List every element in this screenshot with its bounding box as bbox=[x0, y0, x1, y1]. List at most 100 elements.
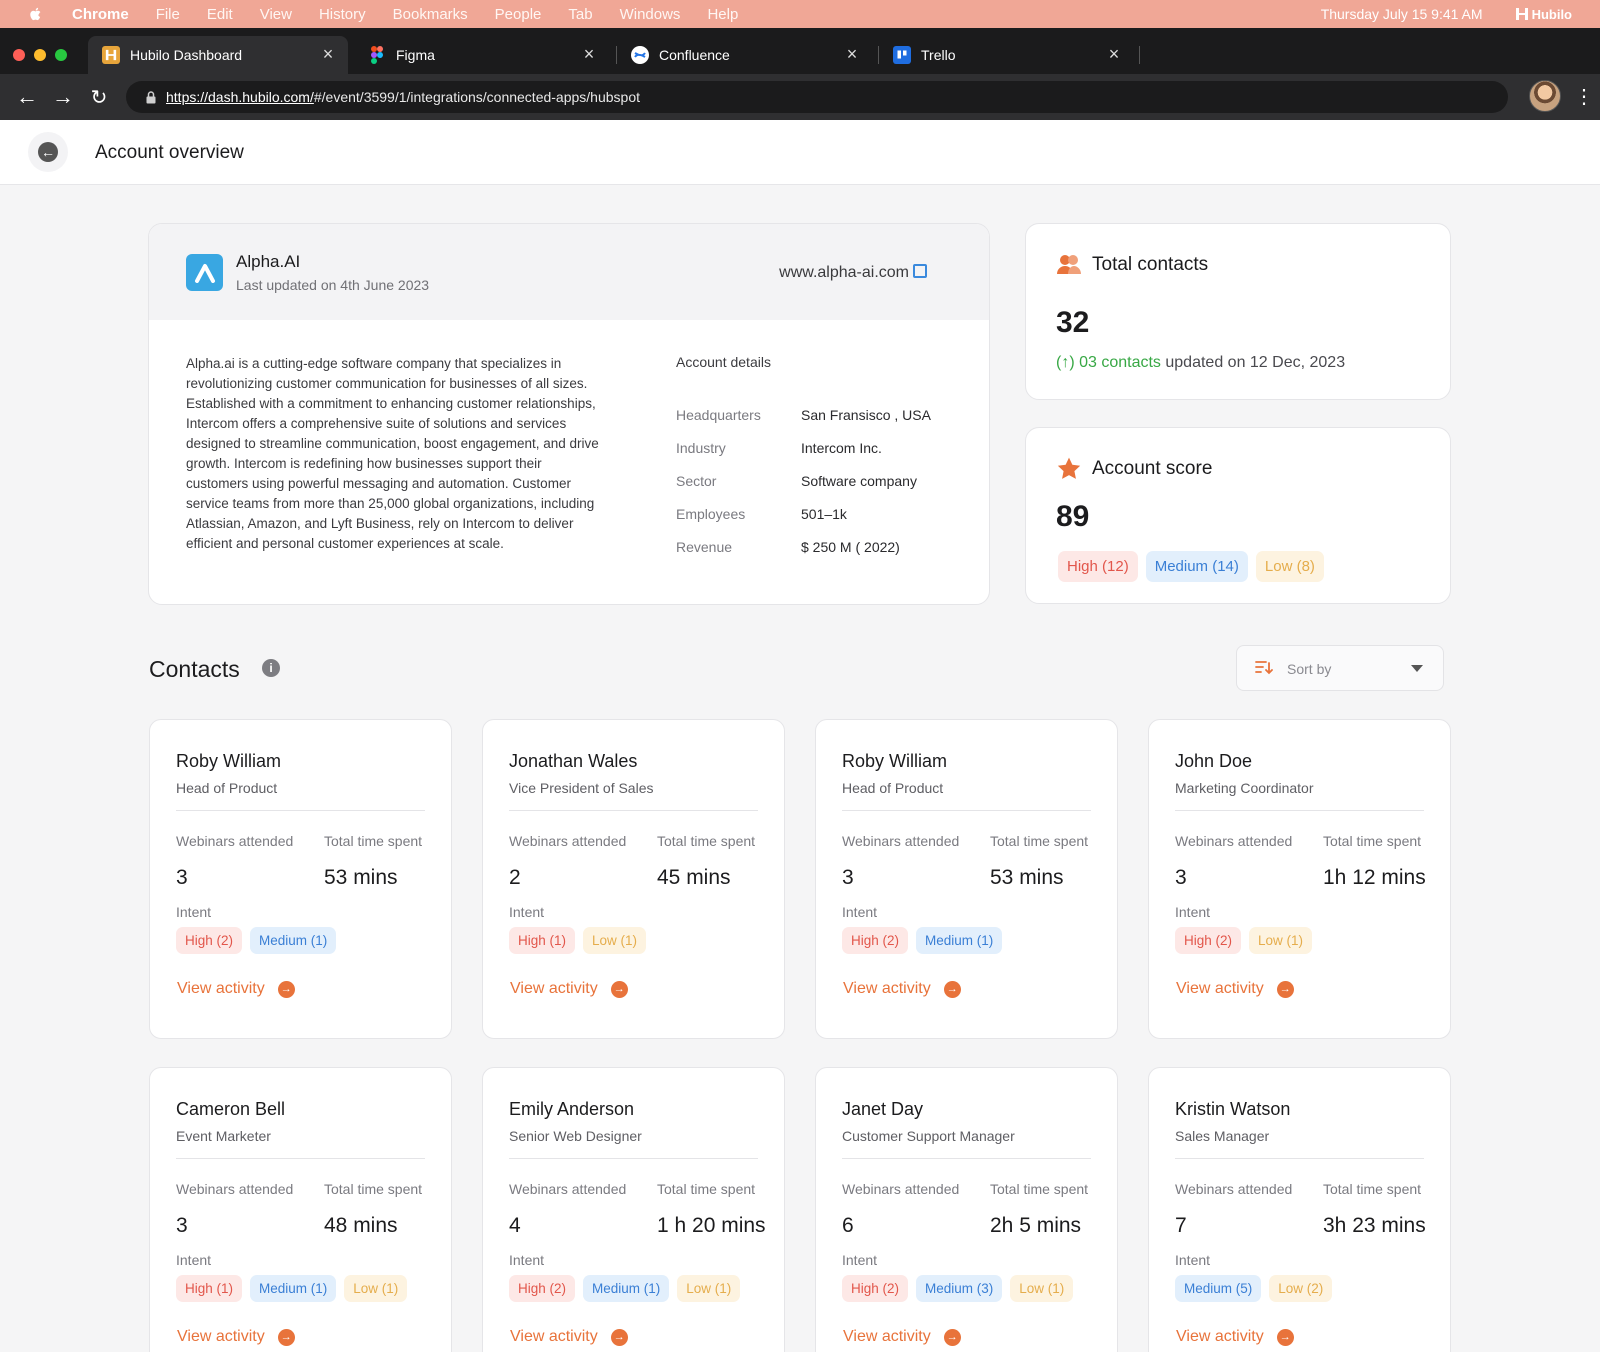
view-activity-label: View activity bbox=[510, 1328, 598, 1345]
reload-icon[interactable]: ↻ bbox=[81, 85, 117, 110]
divider bbox=[509, 1158, 758, 1159]
intent-badges: Medium (5) Low (2) bbox=[1175, 1275, 1340, 1302]
divider bbox=[176, 810, 425, 811]
detail-value: Software company bbox=[801, 473, 917, 489]
menu-edit[interactable]: Edit bbox=[207, 6, 233, 23]
back-arrow-icon[interactable]: ← bbox=[9, 84, 45, 110]
menu-history[interactable]: History bbox=[319, 6, 366, 23]
url-path: #/event/3599/1/integrations/connected-ap… bbox=[313, 89, 641, 105]
figma-icon bbox=[368, 46, 386, 64]
total-contacts-card: Total contacts 32 (↑) 03 contacts update… bbox=[1025, 223, 1451, 400]
detail-key: Headquarters bbox=[676, 407, 761, 423]
info-icon[interactable]: i bbox=[262, 659, 280, 677]
webinars-label: Webinars attended bbox=[176, 833, 294, 849]
apple-icon[interactable] bbox=[28, 6, 44, 22]
view-activity-link[interactable]: View activity → bbox=[1176, 980, 1294, 998]
intent-low-badge: Low (8) bbox=[1255, 551, 1324, 582]
external-link-icon[interactable] bbox=[913, 264, 927, 278]
divider bbox=[509, 810, 758, 811]
view-activity-link[interactable]: View activity → bbox=[1176, 1328, 1294, 1346]
view-activity-link[interactable]: View activity → bbox=[177, 980, 295, 998]
account-score-breakdown: High (12) Medium (14) Low (8) bbox=[1058, 551, 1332, 582]
view-activity-label: View activity bbox=[177, 980, 265, 997]
total-contacts-change: (↑) 03 contacts updated on 12 Dec, 2023 bbox=[1056, 354, 1345, 372]
time-value: 53 mins bbox=[324, 866, 398, 889]
menu-file[interactable]: File bbox=[156, 6, 180, 23]
contacts-section-title: Contacts bbox=[149, 656, 240, 682]
hubilo-icon bbox=[102, 46, 120, 64]
intent-low-badge: Low (1) bbox=[583, 927, 647, 954]
intent-label: Intent bbox=[842, 1252, 878, 1268]
tab-separator bbox=[1139, 46, 1140, 64]
view-activity-link[interactable]: View activity → bbox=[510, 980, 628, 998]
contact-card: John Doe Marketing Coordinator Webinars … bbox=[1148, 719, 1451, 1039]
contact-card: Kristin Watson Sales Manager Webinars at… bbox=[1148, 1067, 1451, 1352]
intent-high-badge: High (2) bbox=[842, 927, 909, 954]
webinars-label: Webinars attended bbox=[509, 833, 627, 849]
chevron-down-icon bbox=[1411, 665, 1423, 672]
menu-windows[interactable]: Windows bbox=[620, 6, 681, 23]
contact-name: Cameron Bell bbox=[176, 1099, 286, 1119]
view-activity-link[interactable]: View activity → bbox=[843, 980, 961, 998]
detail-value: 501–1k bbox=[801, 506, 847, 522]
close-tab-icon[interactable]: × bbox=[318, 44, 338, 65]
detail-value: San Fransisco , USA bbox=[801, 407, 931, 423]
menu-view[interactable]: View bbox=[260, 6, 292, 23]
menu-bookmarks[interactable]: Bookmarks bbox=[393, 6, 468, 23]
detail-key: Industry bbox=[676, 440, 726, 456]
intent-high-badge: High (2) bbox=[509, 1275, 576, 1302]
menubar-status: Thursday July 15 9:41 AM Hubilo bbox=[1321, 6, 1572, 22]
close-window-icon[interactable] bbox=[13, 49, 25, 61]
tab-hubilo-dashboard[interactable]: Hubilo Dashboard × bbox=[88, 36, 348, 74]
intent-high-badge: High (12) bbox=[1058, 551, 1138, 582]
tab-confluence[interactable]: Confluence × bbox=[617, 36, 872, 74]
hubilo-logo-icon bbox=[1515, 8, 1528, 20]
account-score-value: 89 bbox=[1056, 500, 1090, 533]
intent-label: Intent bbox=[176, 1252, 212, 1268]
forward-arrow-icon[interactable]: → bbox=[45, 84, 81, 110]
menu-app-name[interactable]: Chrome bbox=[72, 6, 129, 23]
tab-label: Trello bbox=[921, 47, 956, 63]
close-tab-icon[interactable]: × bbox=[842, 44, 862, 65]
profile-avatar[interactable] bbox=[1529, 80, 1561, 112]
company-website-link[interactable]: www.alpha-ai.com bbox=[779, 264, 909, 282]
tab-figma[interactable]: Figma × bbox=[354, 36, 609, 74]
minimize-window-icon[interactable] bbox=[34, 49, 46, 61]
contacts-updated: updated on 12 Dec, 2023 bbox=[1160, 354, 1346, 371]
menu-people[interactable]: People bbox=[495, 6, 542, 23]
webinars-value: 4 bbox=[509, 1214, 521, 1237]
detail-key: Revenue bbox=[676, 539, 733, 555]
detail-row-employees: Employees 501–1k bbox=[676, 506, 847, 522]
view-activity-link[interactable]: View activity → bbox=[510, 1328, 628, 1346]
webinars-value: 3 bbox=[176, 1214, 188, 1237]
page-header: ← Account overview bbox=[0, 120, 1600, 185]
webinars-value: 6 bbox=[842, 1214, 854, 1237]
contact-name: Emily Anderson bbox=[509, 1099, 635, 1119]
view-activity-link[interactable]: View activity → bbox=[843, 1328, 961, 1346]
sort-by-dropdown[interactable]: Sort by bbox=[1236, 645, 1444, 691]
tab-label: Figma bbox=[396, 47, 435, 63]
detail-key: Employees bbox=[676, 506, 746, 522]
time-label: Total time spent bbox=[1323, 833, 1422, 849]
menu-tab[interactable]: Tab bbox=[568, 6, 592, 23]
view-activity-label: View activity bbox=[1176, 1328, 1264, 1345]
time-label: Total time spent bbox=[324, 833, 423, 849]
arrow-right-icon: → bbox=[277, 1328, 295, 1346]
address-bar[interactable]: https://dash.hubilo.com/ #/event/3599/1/… bbox=[126, 81, 1508, 113]
view-activity-link[interactable]: View activity → bbox=[177, 1328, 295, 1346]
tab-trello[interactable]: Trello × bbox=[879, 36, 1134, 74]
time-label: Total time spent bbox=[990, 1181, 1089, 1197]
back-button[interactable]: ← bbox=[28, 132, 68, 172]
more-menu-icon[interactable]: ⋮ bbox=[1574, 84, 1594, 109]
menu-help[interactable]: Help bbox=[707, 6, 738, 23]
close-tab-icon[interactable]: × bbox=[579, 44, 599, 65]
window-controls bbox=[13, 49, 67, 61]
arrow-right-icon: → bbox=[1276, 1328, 1294, 1346]
company-name: Alpha.AI bbox=[236, 252, 301, 271]
close-tab-icon[interactable]: × bbox=[1104, 44, 1124, 65]
star-icon bbox=[1057, 457, 1081, 479]
arrow-right-icon: → bbox=[277, 980, 295, 998]
contact-card: Cameron Bell Event Marketer Webinars att… bbox=[149, 1067, 452, 1352]
contact-card: Roby William Head of Product Webinars at… bbox=[815, 719, 1118, 1039]
maximize-window-icon[interactable] bbox=[55, 49, 67, 61]
